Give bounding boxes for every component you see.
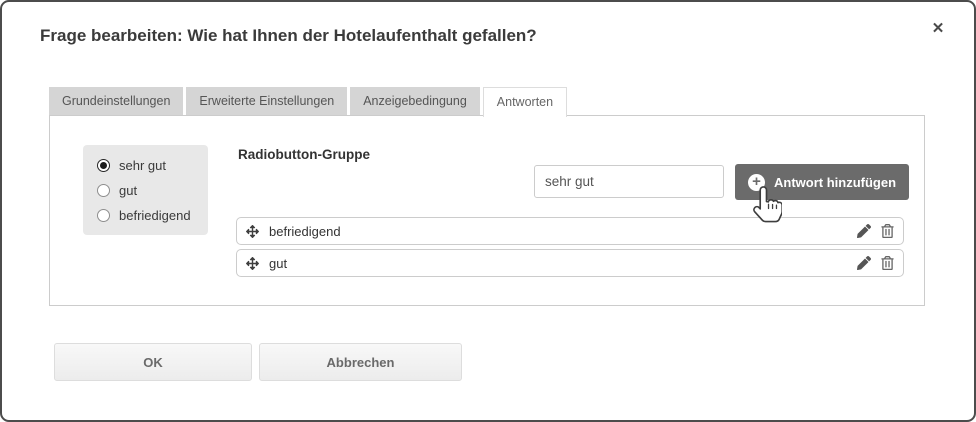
new-answer-input[interactable] — [534, 165, 724, 198]
ok-button[interactable]: OK — [54, 343, 252, 381]
answer-label: befriedigend — [269, 223, 341, 239]
answer-row-gut: gut — [236, 249, 904, 277]
radio-selected-icon[interactable] — [97, 159, 110, 172]
preview-option-label: sehr gut — [119, 158, 166, 173]
move-icon[interactable] — [246, 224, 259, 238]
add-answer-button[interactable]: + Antwort hinzufügen — [735, 164, 910, 200]
preview-option-sehr-gut[interactable]: sehr gut — [97, 156, 208, 175]
tab-erweiterte-einstellungen[interactable]: Erweiterte Einstellungen — [186, 87, 348, 115]
tab-anzeigebedingung[interactable]: Anzeigebedingung — [350, 87, 480, 115]
preview-option-label: befriedigend — [119, 208, 191, 223]
trash-icon[interactable] — [881, 224, 894, 238]
cancel-button[interactable]: Abbrechen — [259, 343, 462, 381]
tab-bar: Grundeinstellungen Erweiterte Einstellun… — [49, 87, 570, 117]
answer-label: gut — [269, 255, 288, 271]
plus-icon: + — [748, 173, 765, 191]
edit-question-dialog: Frage bearbeiten: Wie hat Ihnen der Hote… — [0, 0, 976, 422]
tab-antworten[interactable]: Antworten — [482, 87, 568, 117]
preview-option-label: gut — [119, 183, 138, 198]
answer-row-befriedigend: befriedigend — [236, 217, 904, 245]
add-answer-button-label: Antwort hinzufügen — [774, 174, 897, 190]
radio-unselected-icon[interactable] — [97, 184, 110, 197]
preview-option-befriedigend[interactable]: befriedigend — [97, 206, 208, 225]
move-icon[interactable] — [246, 256, 259, 270]
pencil-icon[interactable] — [857, 224, 871, 238]
radio-unselected-icon[interactable] — [97, 209, 110, 222]
radio-group-preview: sehr gut gut befriedigend — [83, 145, 208, 235]
trash-icon[interactable] — [881, 256, 894, 270]
tab-grundeinstellungen[interactable]: Grundeinstellungen — [49, 87, 184, 115]
preview-option-gut[interactable]: gut — [97, 181, 208, 200]
pencil-icon[interactable] — [857, 256, 871, 270]
close-icon[interactable]: ✕ — [928, 19, 948, 39]
answers-tab-panel: sehr gut gut befriedigend Radiobutton-Gr… — [49, 115, 925, 306]
group-heading: Radiobutton-Gruppe — [238, 147, 370, 162]
dialog-title: Frage bearbeiten: Wie hat Ihnen der Hote… — [40, 26, 537, 45]
